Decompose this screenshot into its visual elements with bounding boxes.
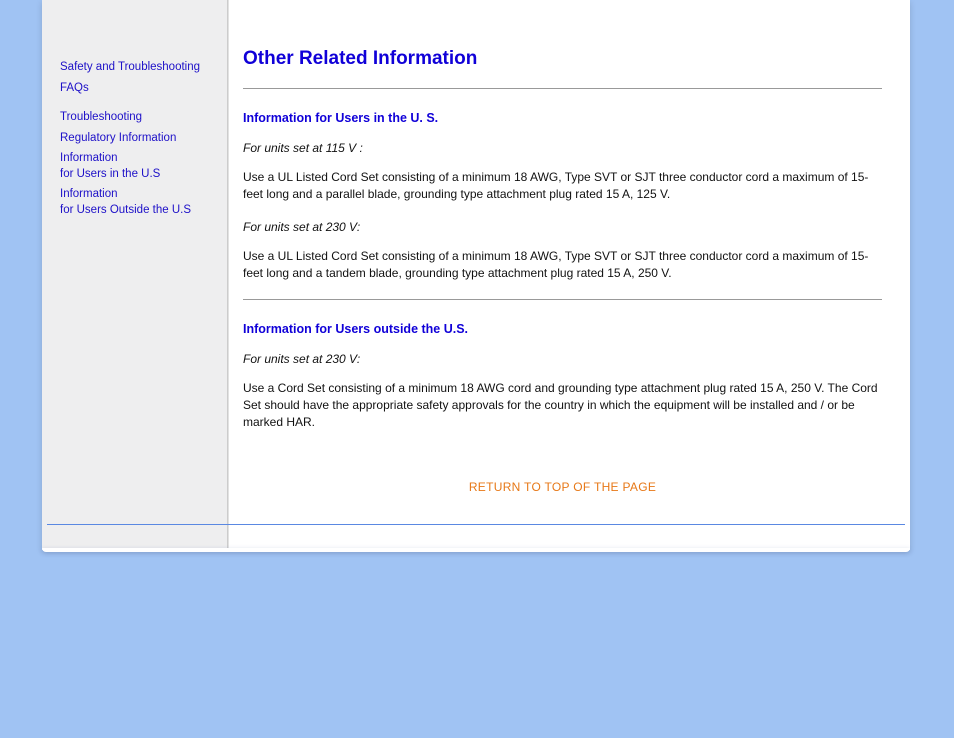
page-background: Safety and Troubleshooting FAQs Troubles… bbox=[0, 0, 954, 738]
sidebar-nav: Safety and Troubleshooting FAQs Troubles… bbox=[42, 0, 228, 550]
page-title: Other Related Information bbox=[243, 48, 882, 70]
nav-link-troubleshooting[interactable]: Troubleshooting bbox=[60, 110, 215, 126]
nav-link-users-outside-us[interactable]: Information for Users Outside the U.S bbox=[60, 187, 215, 218]
doc-bottom-edge bbox=[42, 548, 910, 552]
para-230v-us: Use a UL Listed Cord Set consisting of a… bbox=[243, 248, 882, 283]
main-content: Other Related Information Information fo… bbox=[228, 0, 910, 550]
nav-link-faqs[interactable]: FAQs bbox=[60, 81, 215, 97]
nav-link-users-outside-us-line2: for Users Outside the U.S bbox=[60, 203, 215, 219]
nav-link-users-outside-us-line1: Information bbox=[60, 187, 215, 203]
nav-group-2: Troubleshooting Regulatory Information I… bbox=[60, 110, 215, 218]
return-to-top-link[interactable]: RETURN TO TOP OF THE PAGE bbox=[243, 480, 882, 494]
divider bbox=[243, 299, 882, 300]
divider bbox=[243, 88, 882, 89]
nav-link-safety[interactable]: Safety and Troubleshooting bbox=[60, 60, 215, 76]
subhead-115v: For units set at 115 V : bbox=[243, 141, 882, 155]
section-heading-outside-us: Information for Users outside the U.S. bbox=[243, 322, 882, 336]
subhead-230v-outside: For units set at 230 V: bbox=[243, 352, 882, 366]
nav-group-1: Safety and Troubleshooting FAQs bbox=[60, 60, 215, 96]
para-230v-outside: Use a Cord Set consisting of a minimum 1… bbox=[243, 380, 882, 432]
nav-link-users-us-line1: Information bbox=[60, 151, 215, 167]
para-115v: Use a UL Listed Cord Set consisting of a… bbox=[243, 169, 882, 204]
content-paper: Other Related Information Information fo… bbox=[228, 0, 910, 550]
nav-link-regulatory[interactable]: Regulatory Information bbox=[60, 131, 215, 147]
nav-link-users-us-line2: for Users in the U.S bbox=[60, 167, 215, 183]
nav-link-users-us[interactable]: Information for Users in the U.S bbox=[60, 151, 215, 182]
document-container: Safety and Troubleshooting FAQs Troubles… bbox=[42, 0, 910, 550]
section-heading-us: Information for Users in the U. S. bbox=[243, 111, 882, 125]
subhead-230v-us: For units set at 230 V: bbox=[243, 220, 882, 234]
